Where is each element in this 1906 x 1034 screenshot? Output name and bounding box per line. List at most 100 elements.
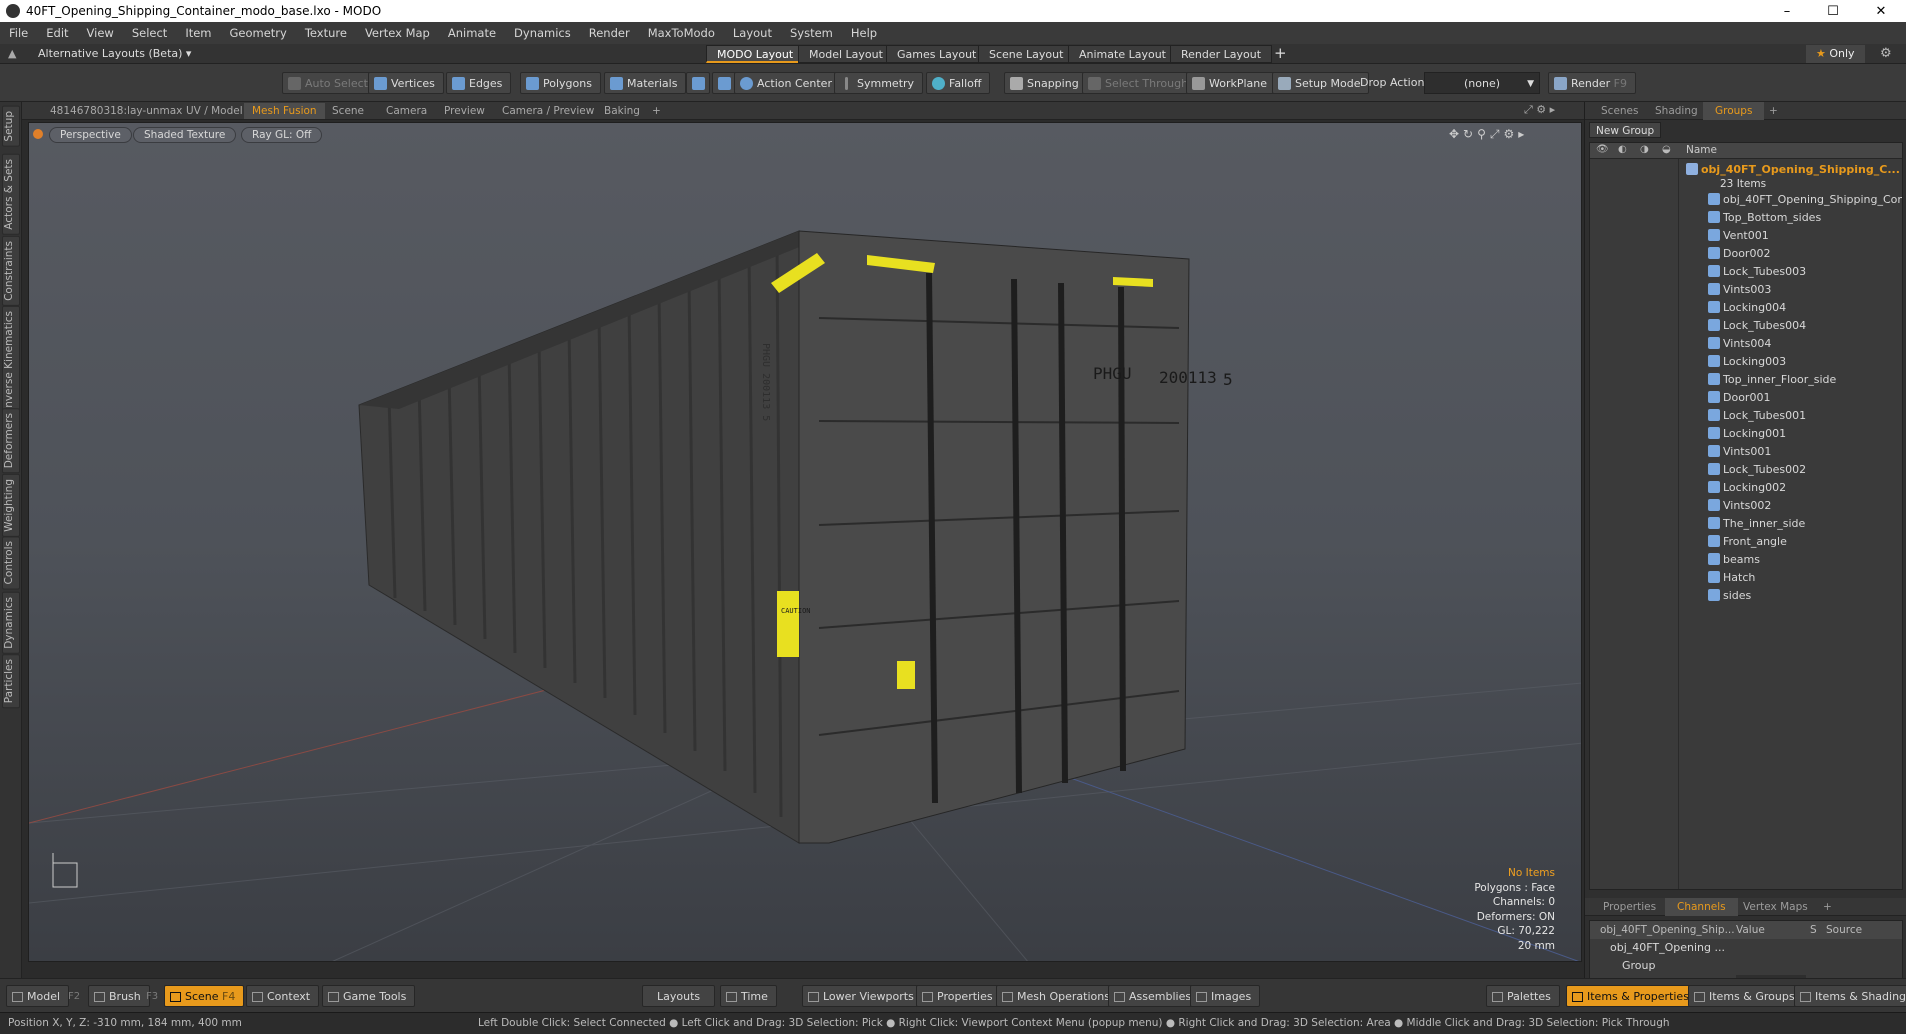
add-panel-tab[interactable]: + <box>1757 102 1790 120</box>
group-item[interactable]: Locking002 <box>1708 479 1902 497</box>
menu-view[interactable]: View <box>78 26 123 40</box>
close-button[interactable]: ✕ <box>1858 0 1904 22</box>
add-tab-button[interactable]: + <box>644 103 669 119</box>
mesh-operations-button[interactable]: Mesh Operations <box>996 985 1119 1007</box>
group-item[interactable]: Locking003 <box>1708 353 1902 371</box>
group-item[interactable]: Door002 <box>1708 245 1902 263</box>
group-item[interactable]: Door001 <box>1708 389 1902 407</box>
palettes-button[interactable]: Palettes <box>1486 985 1560 1007</box>
select-column-icon[interactable]: ◒ <box>1662 144 1671 155</box>
tab-lay-unmax[interactable]: 48146780318:lay-unmax <box>42 103 190 119</box>
drop-action-select[interactable]: (none) ▼ <box>1424 72 1540 94</box>
tab-scene-layout[interactable]: Scene Layout <box>978 45 1075 63</box>
vtab-weighting[interactable]: Weighting <box>2 474 20 537</box>
group-item[interactable]: sides <box>1708 587 1902 605</box>
group-item[interactable]: Lock_Tubes002 <box>1708 461 1902 479</box>
group-item[interactable]: beams <box>1708 551 1902 569</box>
3d-viewport[interactable]: Perspective Shaded Texture Ray GL: Off ✥… <box>28 122 1582 962</box>
lock-column-icon[interactable]: ◑ <box>1640 144 1649 155</box>
vtab-setup[interactable]: Setup <box>2 106 20 147</box>
selection-drop-button[interactable] <box>712 72 736 94</box>
menu-render[interactable]: Render <box>580 26 639 40</box>
menu-help[interactable]: Help <box>842 26 886 40</box>
images-button[interactable]: Images <box>1190 985 1261 1007</box>
new-group-button[interactable]: New Group <box>1589 122 1662 138</box>
vtab-particles[interactable]: Particles <box>2 654 20 709</box>
group-item[interactable]: Lock_Tubes001 <box>1708 407 1902 425</box>
vtab-controls[interactable]: Controls <box>2 536 20 590</box>
assemblies-button[interactable]: Assemblies <box>1108 985 1201 1007</box>
menu-geometry[interactable]: Geometry <box>221 26 296 40</box>
edges-button[interactable]: Edges <box>446 72 512 94</box>
minimize-button[interactable]: – <box>1764 0 1810 22</box>
scene-button[interactable]: Scene F4 <box>164 985 245 1007</box>
tab-modo-layout[interactable]: MODO Layout <box>706 45 805 63</box>
action-center-button[interactable]: Action Center <box>734 72 841 94</box>
tab-groups[interactable]: Groups <box>1703 102 1765 120</box>
tab-camera[interactable]: Camera <box>378 103 435 119</box>
render-button[interactable]: Render F9 <box>1548 72 1636 94</box>
selection-set-button[interactable] <box>686 72 710 94</box>
menu-item[interactable]: Item <box>176 26 220 40</box>
tab-shading[interactable]: Shading <box>1643 102 1710 120</box>
tab-channels[interactable]: Channels <box>1665 898 1738 916</box>
channel-row[interactable]: obj_40FT_Opening ... <box>1590 939 1902 957</box>
gear-icon[interactable]: ⚙ <box>1880 46 1892 61</box>
materials-button[interactable]: Materials <box>604 72 687 94</box>
select-through-button[interactable]: Select Through <box>1082 72 1198 94</box>
layouts-button[interactable]: Layouts <box>642 985 716 1007</box>
menu-select[interactable]: Select <box>123 26 176 40</box>
group-item[interactable]: Lock_Tubes003 <box>1708 263 1902 281</box>
menu-vertex-map[interactable]: Vertex Map <box>356 26 439 40</box>
render-column-icon[interactable]: ◐ <box>1618 144 1627 155</box>
vtab-constraints[interactable]: Constraints <box>2 236 20 306</box>
setup-mode-button[interactable]: Setup Mode <box>1272 72 1370 94</box>
tab-uv-model[interactable]: UV / Model <box>178 103 251 119</box>
group-item[interactable]: Lock_Tubes004 <box>1708 317 1902 335</box>
properties-button[interactable]: Properties <box>916 985 1002 1007</box>
tab-vertex-maps[interactable]: Vertex Maps <box>1731 898 1820 916</box>
vertices-button[interactable]: Vertices <box>368 72 444 94</box>
polygons-button[interactable]: Polygons <box>520 72 601 94</box>
layout-arrow-icon[interactable]: ▲ <box>8 47 16 60</box>
group-item[interactable]: Vent001 <box>1708 227 1902 245</box>
menu-texture[interactable]: Texture <box>296 26 356 40</box>
menu-maxtomodo[interactable]: MaxToModo <box>639 26 724 40</box>
add-lower-tab[interactable]: + <box>1811 898 1844 916</box>
model-button[interactable]: Model <box>6 985 70 1007</box>
menu-edit[interactable]: Edit <box>37 26 77 40</box>
vtab-dynamics[interactable]: Dynamics <box>2 592 20 654</box>
brush-button[interactable]: Brush <box>88 985 150 1007</box>
items-properties-button[interactable]: Items & Properties <box>1566 985 1698 1007</box>
group-item[interactable]: Top_inner_Floor_side <box>1708 371 1902 389</box>
items-groups-button[interactable]: Items & Groups <box>1688 985 1804 1007</box>
menu-animate[interactable]: Animate <box>439 26 505 40</box>
auto-select-button[interactable]: Auto Select <box>282 72 377 94</box>
menu-layout[interactable]: Layout <box>724 26 781 40</box>
tab-model-layout[interactable]: Model Layout <box>798 45 894 63</box>
group-item[interactable]: Vints003 <box>1708 281 1902 299</box>
group-item[interactable]: Vints002 <box>1708 497 1902 515</box>
maximize-viewport-icon[interactable]: ⤢ ⚙ ▸ <box>1524 103 1555 117</box>
channel-row[interactable]: Group <box>1590 957 1902 975</box>
tab-scene[interactable]: Scene <box>324 103 372 119</box>
vtab-inverse-kinematics[interactable]: Inverse Kinematics <box>2 306 20 416</box>
items-shading-button[interactable]: Items & Shading <box>1794 985 1906 1007</box>
falloff-button[interactable]: Falloff <box>926 72 991 94</box>
menu-dynamics[interactable]: Dynamics <box>505 26 580 40</box>
group-item[interactable]: Vints001 <box>1708 443 1902 461</box>
tab-animate-layout[interactable]: Animate Layout <box>1068 45 1177 63</box>
snapping-button[interactable]: Snapping <box>1004 72 1088 94</box>
vtab-deformers[interactable]: Deformers <box>2 408 20 474</box>
tab-render-layout[interactable]: Render Layout <box>1170 45 1273 63</box>
tab-baking[interactable]: Baking <box>596 103 648 119</box>
group-item[interactable]: Front_angle <box>1708 533 1902 551</box>
tab-properties[interactable]: Properties <box>1591 898 1668 916</box>
context-button[interactable]: Context <box>246 985 320 1007</box>
group-item[interactable]: Top_Bottom_sides <box>1708 209 1902 227</box>
group-item[interactable]: The_inner_side <box>1708 515 1902 533</box>
group-item[interactable]: Hatch <box>1708 569 1902 587</box>
group-item[interactable]: Locking001 <box>1708 425 1902 443</box>
add-layout-button[interactable]: + <box>1274 44 1287 62</box>
lower-viewports-button[interactable]: Lower Viewports <box>802 985 923 1007</box>
